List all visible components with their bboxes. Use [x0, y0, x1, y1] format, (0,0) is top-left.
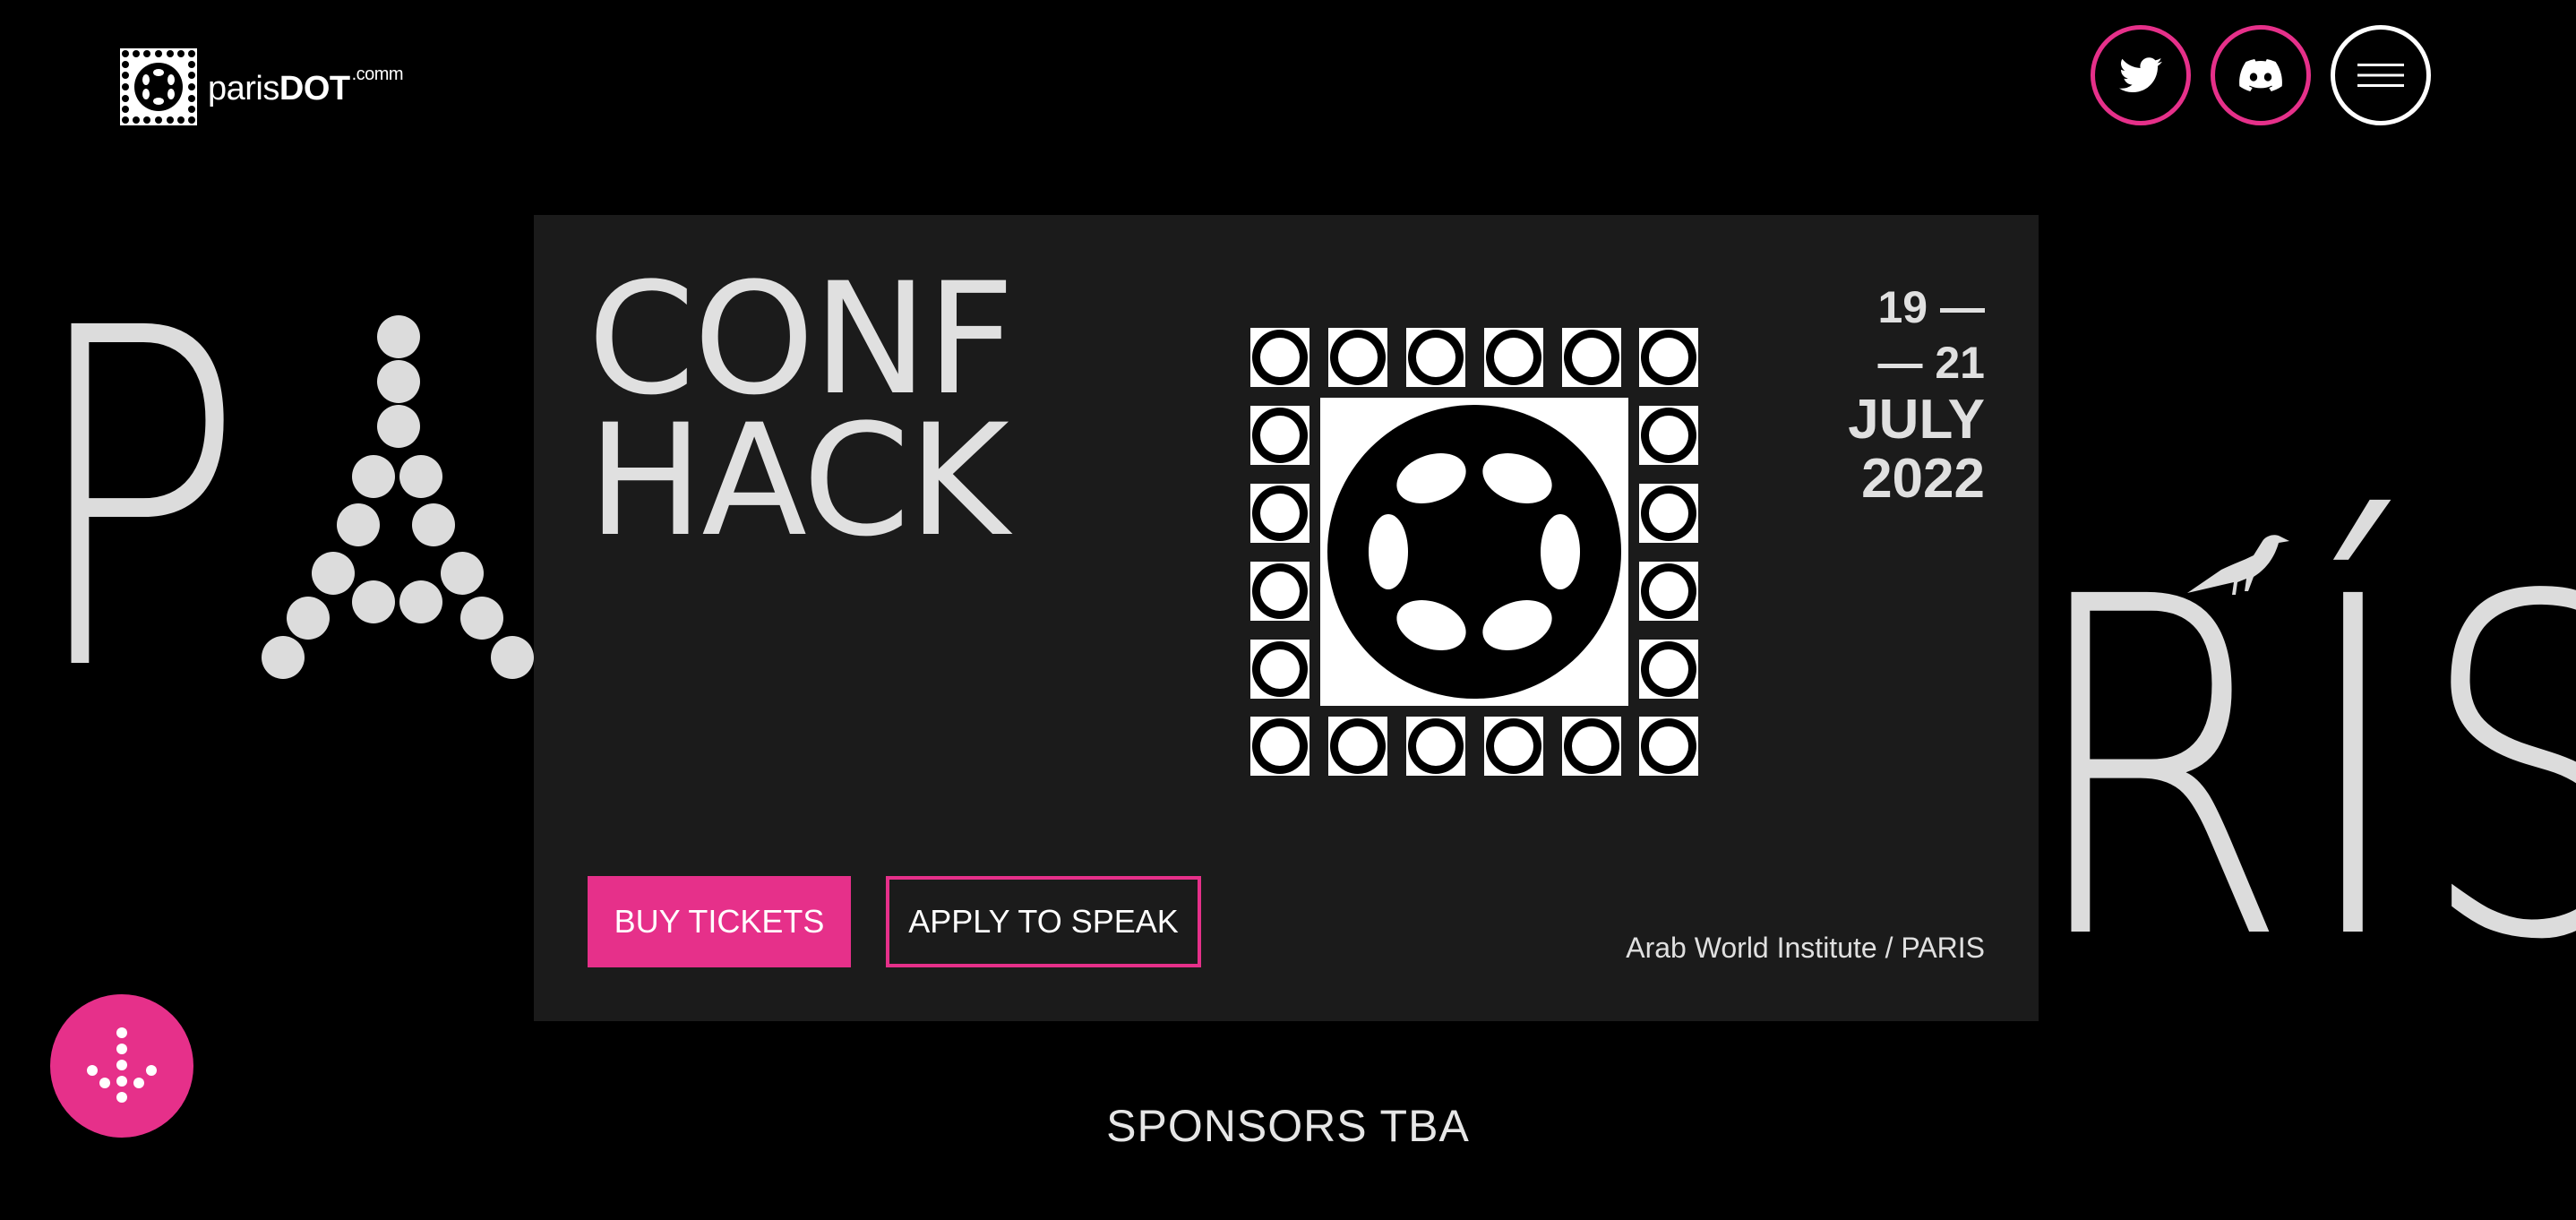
title-line-hack: HACK — [588, 391, 1009, 571]
bird-icon — [2187, 535, 2289, 595]
apply-to-speak-button[interactable]: APPLY TO SPEAK — [886, 876, 1201, 967]
title-line-conf: CONF — [588, 249, 1015, 429]
logo-text: parisDOT .comm — [208, 64, 404, 107]
menu-icon — [2357, 64, 2404, 87]
date-end: — 21 — [1877, 338, 1985, 388]
twitter-icon — [2119, 57, 2162, 92]
site-logo[interactable]: parisDOT .comm — [120, 48, 404, 125]
discord-button[interactable] — [2211, 25, 2311, 125]
event-venue: Arab World Institute / PARIS — [1626, 932, 1985, 964]
event-title: CONF HACK — [588, 249, 1015, 571]
eiffel-dots-illustration — [262, 315, 534, 679]
menu-button[interactable] — [2331, 25, 2431, 125]
polkadot-tile-logo-icon — [1250, 328, 1698, 776]
buy-tickets-button[interactable]: BUY TICKETS — [588, 876, 851, 967]
background-letter-p: P — [27, 230, 246, 773]
sponsors-heading: SPONSORS TBA — [1106, 1101, 1470, 1151]
date-start: 19 — — [1877, 282, 1985, 332]
background-letters-ris: RÍS — [2024, 499, 2576, 1042]
twitter-button[interactable] — [2091, 25, 2191, 125]
scroll-down-dots-icon — [87, 1027, 157, 1103]
discord-icon — [2239, 59, 2282, 91]
header-social-nav — [2091, 25, 2431, 125]
polkadot-logo-icon — [120, 48, 197, 125]
date-year: 2022 — [1861, 448, 1985, 510]
event-card: CONF HACK 19 — — 21 JULY 2022 BUY TICKET… — [534, 215, 2039, 1021]
date-month: JULY — [1848, 389, 1985, 451]
event-dates: 19 — — 21 JULY 2022 — [1848, 279, 1985, 509]
